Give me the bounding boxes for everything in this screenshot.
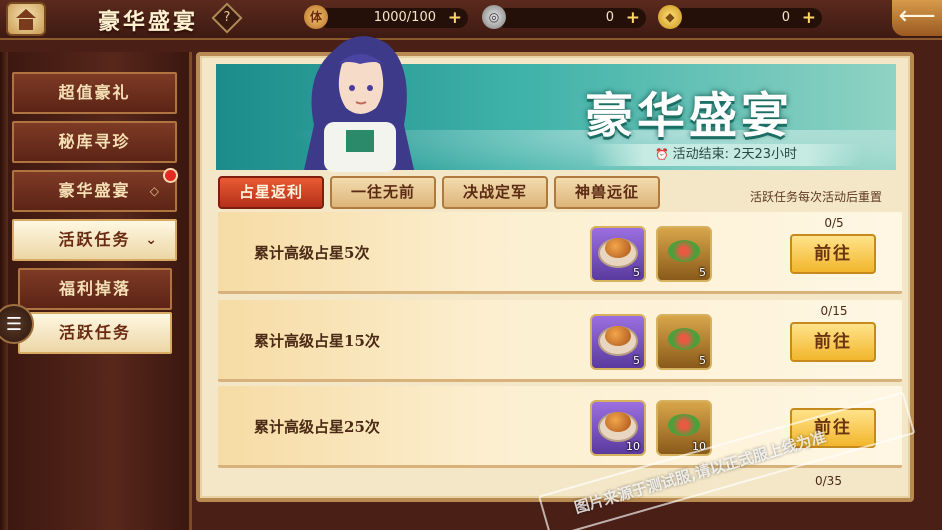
- roast-chicken-icon[interactable]: 10: [590, 400, 646, 456]
- roast-chicken-icon[interactable]: 5: [590, 314, 646, 370]
- reward-count: 5: [633, 266, 640, 279]
- task-progress: 0/35: [815, 474, 842, 488]
- task-description: 累计高级占星5次: [254, 244, 370, 262]
- event-countdown: ⏰ 活动结束: 2天23小时: [590, 144, 862, 166]
- sidebar-item-label: 福利掉落: [58, 279, 131, 298]
- tab-astrology-rebate[interactable]: 占星返利: [218, 176, 324, 209]
- sidebar-item-value-gifts[interactable]: 超值豪礼: [12, 72, 177, 114]
- stamina-resource: 体 1000/100 +: [304, 5, 468, 29]
- stamina-value: 1000/100: [373, 10, 436, 25]
- gold-resource: ◆ 0 +: [658, 5, 822, 29]
- tab-beast-expedition[interactable]: 神兽远征: [554, 176, 660, 209]
- salad-icon[interactable]: 5: [656, 226, 712, 282]
- page-title: 豪华盛宴: [98, 9, 199, 35]
- salad: [668, 414, 700, 436]
- hero-character-image: [304, 36, 414, 172]
- sidebar-item-feast[interactable]: 豪华盛宴 ◇: [12, 170, 177, 212]
- sidebar-item-label: 活跃任务: [58, 323, 131, 342]
- add-gold-button[interactable]: +: [802, 9, 816, 27]
- task-row: 累计高级占星15次 5 5 0/15 前往: [218, 300, 902, 382]
- tab-forward[interactable]: 一往无前: [330, 176, 436, 209]
- task-progress: 0/15: [820, 304, 848, 318]
- help-icon: ?: [223, 10, 231, 25]
- tab-label: 占星返利: [238, 183, 303, 201]
- go-button[interactable]: 前往: [790, 322, 876, 362]
- sidebar-item-label: 秘库寻珍: [58, 132, 131, 151]
- gold-value: 0: [781, 10, 790, 25]
- sidebar-item-label: 豪华盛宴: [58, 181, 131, 200]
- sidebar-item-label: 超值豪礼: [58, 83, 131, 102]
- back-button[interactable]: ⟵: [892, 0, 942, 36]
- salad: [668, 240, 700, 262]
- reward-count: 10: [626, 440, 640, 453]
- go-button[interactable]: 前往: [790, 234, 876, 274]
- sidebar-subitem-active-tasks[interactable]: 活跃任务: [18, 312, 172, 354]
- notification-badge: [163, 168, 178, 183]
- countdown-label: 活动结束:: [672, 147, 730, 162]
- silver-resource: ◎ 0 +: [482, 5, 646, 29]
- help-button[interactable]: ?: [211, 2, 243, 34]
- task-row: 累计高级占星5次 5 5 0/5 前往: [218, 212, 902, 294]
- back-arrow-icon: ⟵: [898, 1, 936, 31]
- sidebar-item-active-tasks[interactable]: 活跃任务 ⌄: [12, 219, 177, 261]
- top-bar: 豪华盛宴 ? 体 1000/100 + ◎ 0 + ◆ 0 + ⟵: [0, 0, 942, 40]
- gold-ingot-icon: ◆: [658, 5, 682, 29]
- tab-label: 决战定军: [462, 183, 527, 201]
- reset-hint: 活跃任务每次活动后重置: [750, 190, 883, 204]
- sidebar-item-treasure[interactable]: 秘库寻珍: [12, 121, 177, 163]
- tab-decisive-battle[interactable]: 决战定军: [442, 176, 548, 209]
- banner-title: 豪华盛宴: [585, 88, 794, 144]
- salad-icon[interactable]: 5: [656, 314, 712, 370]
- add-silver-button[interactable]: +: [626, 9, 640, 27]
- clock-icon: ⏰: [654, 148, 669, 161]
- diamond-icon: ◇: [149, 184, 161, 198]
- stamina-icon: 体: [304, 5, 328, 29]
- reward-count: 5: [699, 354, 706, 367]
- sidebar-rail: [0, 52, 8, 530]
- roast-chicken-icon[interactable]: 5: [590, 226, 646, 282]
- tab-label: 一往无前: [350, 183, 415, 201]
- sidebar-item-label: 活跃任务: [58, 230, 131, 249]
- chevron-down-icon: ⌄: [145, 232, 159, 248]
- sidebar-subitem-welfare-drops[interactable]: 福利掉落: [18, 268, 172, 310]
- silver-coin-icon: ◎: [482, 5, 506, 29]
- add-stamina-button[interactable]: +: [448, 9, 462, 27]
- salad: [668, 328, 700, 350]
- countdown-value: 2天23小时: [733, 147, 798, 162]
- task-progress: 0/5: [824, 216, 844, 230]
- task-description: 累计高级占星15次: [254, 332, 380, 350]
- reward-count: 5: [633, 354, 640, 367]
- tab-label: 神兽远征: [574, 183, 639, 201]
- chicken: [605, 238, 631, 258]
- reward-count: 5: [699, 266, 706, 279]
- silver-value: 0: [605, 10, 614, 25]
- chicken: [605, 412, 631, 432]
- home-icon[interactable]: [6, 2, 46, 36]
- task-description: 累计高级占星25次: [254, 418, 380, 436]
- chicken: [605, 326, 631, 346]
